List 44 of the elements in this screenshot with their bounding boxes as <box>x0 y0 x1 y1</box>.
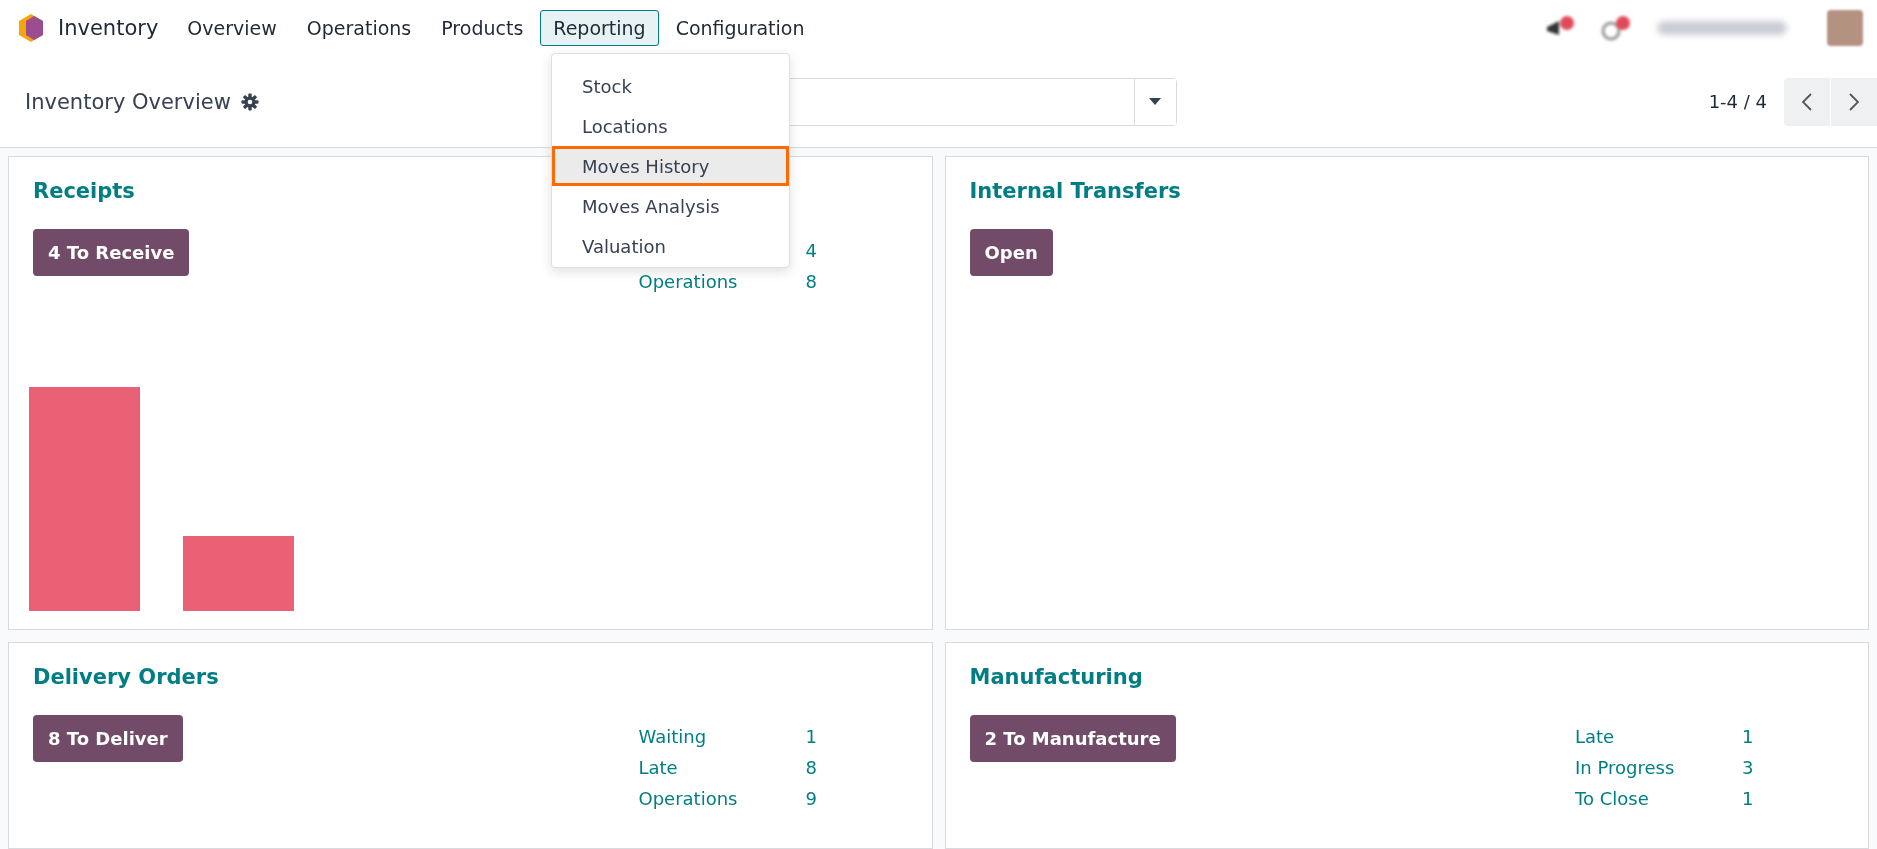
previous-button[interactable] <box>1784 77 1830 126</box>
settings-icon[interactable] <box>240 92 259 111</box>
action-button[interactable]: 4 To Receive <box>33 229 190 276</box>
stat-count[interactable]: 1 <box>1742 726 1782 747</box>
pager-count: 1-4 / 4 <box>1708 91 1767 112</box>
chevron-right-icon <box>1849 92 1859 111</box>
action-button[interactable]: Open <box>969 229 1053 276</box>
app-logo-icon[interactable] <box>18 13 44 43</box>
action-button[interactable]: 8 To Deliver <box>33 715 183 762</box>
stat-count[interactable]: 9 <box>805 788 846 809</box>
chevron-left-icon <box>1802 92 1812 111</box>
card-title[interactable]: Delivery Orders <box>33 665 908 689</box>
stat-link[interactable]: Waiting <box>638 726 806 747</box>
stat-link[interactable]: To Close <box>1575 788 1742 809</box>
stat-link[interactable]: Late <box>1575 726 1742 747</box>
menu-item[interactable]: Stock <box>552 66 789 106</box>
stat-count[interactable]: 1 <box>1742 788 1782 809</box>
stat-link[interactable]: Operations <box>638 788 806 809</box>
stat-count[interactable]: 4 <box>805 240 846 261</box>
menu-tab[interactable]: Reporting <box>540 10 659 46</box>
stat-link[interactable]: Operations <box>638 271 806 292</box>
card-title[interactable]: Internal Transfers <box>969 179 1844 203</box>
stat-link[interactable]: Late <box>638 757 806 778</box>
menu-item[interactable]: Moves Analysis <box>552 186 789 226</box>
menu-item[interactable]: Locations <box>552 106 789 146</box>
menu-tab[interactable]: Operations <box>293 10 425 46</box>
next-button[interactable] <box>1831 77 1877 126</box>
menu-tab[interactable]: Configuration <box>662 10 818 46</box>
stat-link[interactable]: In Progress <box>1575 757 1742 778</box>
menu-item[interactable]: Moves History <box>552 146 789 186</box>
stat-count[interactable]: 1 <box>805 726 846 747</box>
clock-icon[interactable] <box>1601 15 1631 41</box>
caret-down-icon <box>1149 98 1162 105</box>
action-button[interactable]: 2 To Manufacture <box>969 715 1176 762</box>
page-title: Inventory Overview <box>25 89 231 114</box>
card-title[interactable]: Manufacturing <box>969 665 1844 689</box>
app-name[interactable]: Inventory <box>58 16 159 40</box>
menu-tab[interactable]: Products <box>428 10 537 46</box>
dropdown-toggle[interactable] <box>1133 78 1176 125</box>
stat-count[interactable]: 8 <box>805 271 846 292</box>
stat-count[interactable]: 3 <box>1742 757 1782 778</box>
menu-item[interactable]: Valuation <box>552 226 789 266</box>
stat-count[interactable]: 8 <box>805 757 846 778</box>
menu-tab[interactable]: Overview <box>174 10 290 46</box>
